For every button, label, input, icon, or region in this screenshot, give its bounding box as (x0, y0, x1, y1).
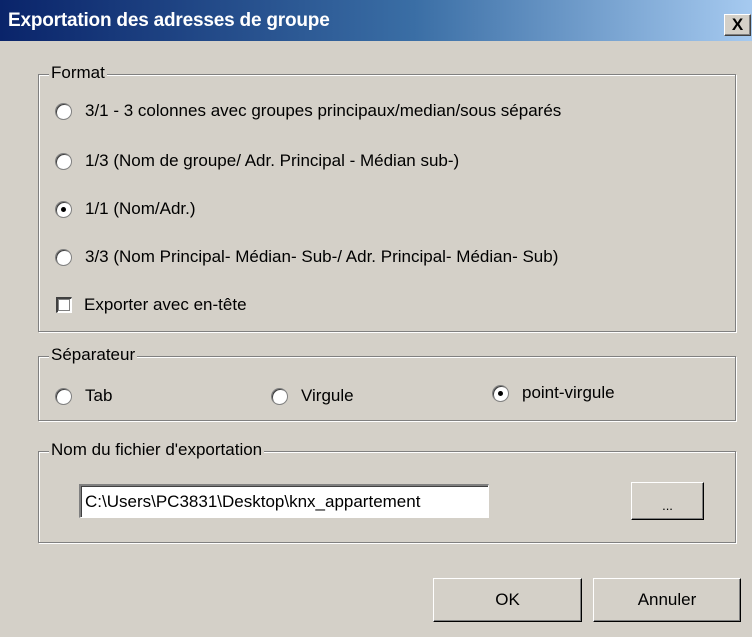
export-header-checkbox-box[interactable] (56, 297, 72, 313)
format-option-3-3[interactable]: 3/3 (Nom Principal- Médian- Sub-/ Adr. P… (55, 247, 558, 267)
separator-tab-label: Tab (85, 386, 113, 405)
ok-button[interactable]: OK (433, 578, 582, 622)
separator-point-virgule-radio[interactable] (492, 384, 509, 402)
separator-group: Séparateur (38, 345, 736, 421)
format-option-3-1-radio[interactable] (55, 102, 72, 120)
separator-virgule-radio[interactable] (271, 387, 288, 405)
window-title: Exportation des adresses de groupe (8, 10, 330, 31)
close-button[interactable]: X (724, 14, 751, 36)
browse-button[interactable]: ... (631, 482, 704, 520)
separator-option-point-virgule[interactable]: point-virgule (492, 383, 615, 403)
format-option-1-3[interactable]: 1/3 (Nom de groupe/ Adr. Principal - Méd… (55, 151, 459, 171)
file-path-input[interactable]: C:\Users\PC3831\Desktop\knx_appartement (79, 484, 489, 518)
title-bar: Exportation des adresses de groupe X (0, 0, 752, 41)
format-option-1-3-label: 1/3 (Nom de groupe/ Adr. Principal - Méd… (85, 151, 460, 170)
format-option-3-1[interactable]: 3/1 - 3 colonnes avec groupes principaux… (55, 101, 561, 121)
format-option-3-3-label: 3/3 (Nom Principal- Médian- Sub-/ Adr. P… (85, 247, 559, 266)
separator-legend: Séparateur (49, 345, 138, 365)
export-header-checkbox[interactable]: Exporter avec en-tête (56, 295, 247, 315)
separator-option-tab[interactable]: Tab (55, 386, 112, 406)
cancel-button[interactable]: Annuler (593, 578, 741, 622)
separator-tab-radio[interactable] (55, 387, 72, 405)
format-option-1-1-radio[interactable] (55, 200, 72, 218)
format-option-3-1-label: 3/1 - 3 colonnes avec groupes principaux… (85, 101, 562, 120)
separator-point-virgule-label: point-virgule (522, 383, 615, 402)
close-icon: X (731, 15, 744, 34)
format-option-3-3-radio[interactable] (55, 248, 72, 266)
separator-virgule-label: Virgule (301, 386, 354, 405)
format-option-1-1-label: 1/1 (Nom/Adr.) (85, 199, 196, 218)
ok-button-label: OK (495, 590, 520, 609)
format-legend: Format (49, 63, 107, 83)
cancel-button-label: Annuler (637, 590, 697, 609)
export-header-checkbox-label: Exporter avec en-tête (84, 295, 247, 314)
format-option-1-3-radio[interactable] (55, 152, 72, 170)
separator-option-virgule[interactable]: Virgule (271, 386, 354, 406)
format-option-1-1[interactable]: 1/1 (Nom/Adr.) (55, 199, 196, 219)
browse-button-label: ... (662, 498, 673, 513)
file-legend: Nom du fichier d'exportation (49, 440, 265, 460)
